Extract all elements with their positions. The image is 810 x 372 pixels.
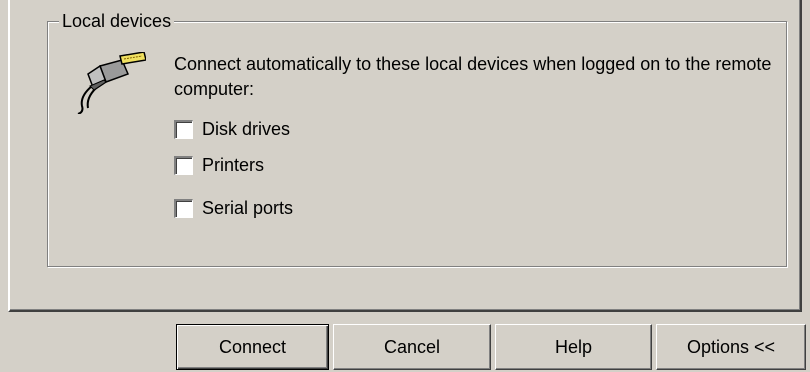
connect-button[interactable]: Connect: [176, 324, 329, 370]
disk-drives-checkbox[interactable]: [174, 119, 193, 139]
disk-drives-label[interactable]: Disk drives: [202, 119, 290, 140]
options-button[interactable]: Options <<: [656, 324, 806, 370]
serial-ports-label[interactable]: Serial ports: [202, 198, 293, 219]
printers-checkbox[interactable]: [174, 155, 193, 175]
printers-label[interactable]: Printers: [202, 155, 264, 176]
printers-option[interactable]: Printers: [174, 154, 264, 176]
group-title: Local devices: [59, 10, 175, 32]
serial-ports-option[interactable]: Serial ports: [174, 197, 293, 219]
local-devices-plug-icon: [77, 52, 146, 114]
disk-drives-option[interactable]: Disk drives: [174, 118, 290, 140]
serial-ports-checkbox[interactable]: [174, 198, 193, 218]
help-button[interactable]: Help: [495, 324, 652, 370]
group-description: Connect automatically to these local dev…: [174, 54, 772, 99]
cancel-button[interactable]: Cancel: [333, 324, 491, 370]
